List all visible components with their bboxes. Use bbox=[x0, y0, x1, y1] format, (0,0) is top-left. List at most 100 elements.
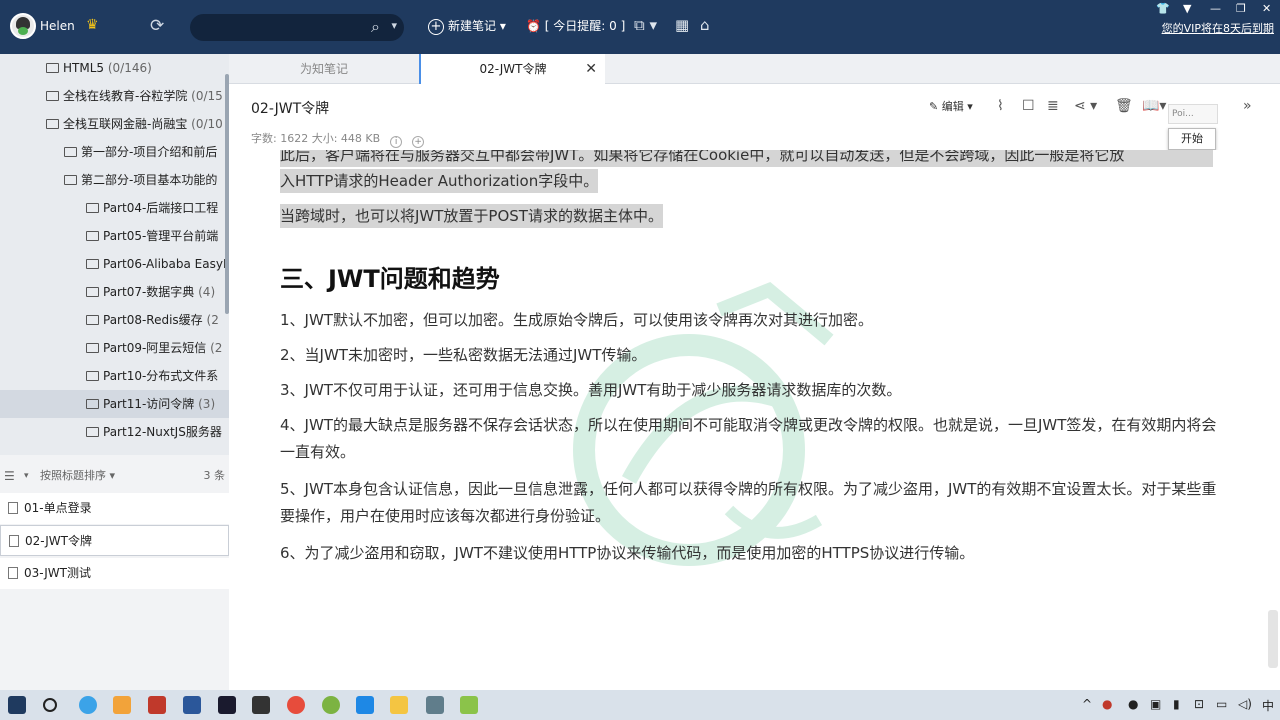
note-list-item[interactable]: 01-单点登录 bbox=[0, 493, 229, 524]
tree-item[interactable]: 第二部分-项目基本功能的 bbox=[0, 166, 229, 194]
note-content[interactable]: 此后，客户端将在与服务器交互中都会带JWT。如果将它存储在Cookie中，就可以… bbox=[229, 150, 1266, 690]
app-icon[interactable] bbox=[148, 696, 166, 714]
tree-item[interactable]: Part11-访问令牌 (3) bbox=[0, 390, 229, 418]
tree-item[interactable]: Part04-后端接口工程 bbox=[0, 194, 229, 222]
user-avatar[interactable] bbox=[10, 13, 36, 39]
close-tab-icon[interactable]: ✕ bbox=[585, 54, 597, 84]
poi-field[interactable]: Poi... bbox=[1168, 104, 1218, 124]
tray-icon[interactable]: ▮ bbox=[1173, 697, 1180, 711]
reading-mode-icon[interactable]: 📖▾ bbox=[1142, 98, 1166, 114]
close-button[interactable]: ✕ bbox=[1262, 2, 1271, 15]
browser-icon[interactable] bbox=[79, 696, 97, 714]
search-input[interactable]: ⌕ ▾ bbox=[190, 14, 404, 41]
tray-icon[interactable]: ● bbox=[1128, 697, 1138, 711]
sync-icon[interactable]: ⟳ bbox=[150, 16, 164, 36]
delete-icon[interactable]: 🗑 bbox=[1115, 98, 1133, 114]
folder-icon bbox=[86, 231, 99, 241]
ide-icon[interactable] bbox=[218, 696, 236, 714]
tree-item[interactable]: Part06-Alibaba EasyE bbox=[0, 250, 229, 278]
tree-item[interactable]: 全栈互联网金融-尚融宝 (0/10 bbox=[0, 110, 229, 138]
chevron-down-icon[interactable]: ▾ bbox=[391, 19, 397, 32]
folder-icon bbox=[46, 91, 59, 101]
volume-icon[interactable]: ◁) bbox=[1238, 697, 1252, 711]
note-count: 3 条 bbox=[203, 469, 226, 482]
tray-icon[interactable]: ▣ bbox=[1150, 697, 1161, 711]
edit-button[interactable]: ✎ 编辑 ▾ bbox=[929, 98, 973, 114]
start-button[interactable]: 开始 bbox=[1168, 128, 1216, 150]
comment-icon[interactable]: ☐ bbox=[1022, 98, 1035, 114]
new-note-label: 新建笔记 bbox=[448, 19, 497, 33]
username[interactable]: Helen bbox=[40, 19, 75, 33]
tab-label: 02-JWT令牌 bbox=[479, 62, 547, 76]
collapse-icon[interactable]: ▾ bbox=[24, 463, 29, 489]
vscode-icon[interactable] bbox=[356, 696, 374, 714]
tray-icon[interactable]: ● bbox=[1102, 697, 1112, 711]
chrome-icon[interactable] bbox=[287, 696, 305, 714]
tree-item[interactable]: Part09-阿里云短信 (2 bbox=[0, 334, 229, 362]
more-icon[interactable]: » bbox=[1243, 98, 1252, 114]
highlighted-line: 当跨域时，也可以将JWT放置于POST请求的数据主体中。 bbox=[280, 204, 663, 228]
vip-notice-link[interactable]: 您的VIP将在8天后到期 bbox=[1162, 20, 1274, 36]
note-meta: 字数: 1622 大小: 448 KB i + bbox=[251, 130, 425, 148]
wiznote-taskbar-icon[interactable] bbox=[460, 696, 478, 714]
folder-icon bbox=[86, 259, 99, 269]
search-icon[interactable]: ⌕ bbox=[371, 17, 380, 37]
tree-item[interactable]: HTML5 (0/146) bbox=[0, 54, 229, 82]
paragraph: 1、JWT默认不加密，但可以加密。生成原始令牌后，可以使用该令牌再次对其进行加密… bbox=[280, 311, 873, 329]
grid-icon[interactable]: ▦ bbox=[675, 16, 689, 34]
app-icon[interactable] bbox=[426, 696, 444, 714]
paragraph: 4、JWT的最大缺点是服务器不保存会话状态，所以在使用期间不可能取消令牌或更改令… bbox=[280, 416, 1217, 461]
app-icon[interactable] bbox=[322, 696, 340, 714]
tree-item-label: Part04-后端接口工程 bbox=[103, 201, 219, 215]
tab-jwt-token[interactable]: 02-JWT令牌 ✕ bbox=[419, 54, 605, 84]
app-icon[interactable] bbox=[113, 696, 131, 714]
note-list-item[interactable]: 02-JWT令牌 bbox=[0, 525, 229, 556]
network-icon[interactable]: ▭ bbox=[1216, 697, 1227, 711]
tray-chevron-icon[interactable]: ^ bbox=[1082, 697, 1092, 711]
tray-icon[interactable]: ⊡ bbox=[1194, 697, 1204, 711]
tree-item[interactable]: Part12-NuxtJS服务器 bbox=[0, 418, 229, 446]
tab-wiznote[interactable]: 为知笔记 bbox=[229, 54, 419, 84]
note-header: 02-JWT令牌 字数: 1622 大小: 448 KB i + ✎ 编辑 ▾ ⌇ … bbox=[229, 84, 1280, 150]
search-taskbar-icon[interactable] bbox=[43, 698, 57, 712]
tree-item[interactable]: 第一部分-项目介绍和前后 bbox=[0, 138, 229, 166]
extension-popup: Poi... 开始 bbox=[1168, 104, 1218, 152]
menu-icon[interactable]: ▼ bbox=[1183, 2, 1191, 15]
attachment-icon[interactable]: ⌇ bbox=[997, 98, 1004, 114]
sort-dropdown[interactable]: 按照标题排序 ▾ bbox=[40, 463, 115, 489]
tree-item-count: (3) bbox=[198, 397, 216, 411]
restore-button[interactable]: ❐ bbox=[1236, 2, 1246, 15]
tree-item[interactable]: 全栈在线教育-谷粒学院 (0/15 bbox=[0, 82, 229, 110]
tree-item-count: (0/146) bbox=[107, 61, 152, 75]
tree-item-label: Part07-数据字典 bbox=[103, 285, 195, 299]
tree-item[interactable]: Part08-Redis缓存 (2 bbox=[0, 306, 229, 334]
skin-icon[interactable]: 👕 bbox=[1156, 2, 1170, 15]
ime-indicator[interactable]: 中 bbox=[1262, 697, 1274, 714]
home-icon[interactable]: ⌂ bbox=[700, 16, 710, 34]
tree-item-count: (2 bbox=[210, 341, 223, 355]
content-scrollbar[interactable] bbox=[1266, 150, 1280, 690]
reminder-button[interactable]: ⏰ [ 今日提醒: 0 ] bbox=[526, 17, 625, 34]
folder-icon[interactable] bbox=[390, 696, 408, 714]
tree-item[interactable]: Part10-分布式文件系 bbox=[0, 362, 229, 390]
note-list-item[interactable]: 03-JWT测试 bbox=[0, 558, 229, 589]
vip-crown-icon[interactable]: ♛ bbox=[86, 17, 99, 33]
terminal-icon[interactable] bbox=[252, 696, 270, 714]
history-icon[interactable]: ≣ bbox=[1047, 98, 1059, 114]
info-icon[interactable]: i bbox=[390, 136, 403, 148]
tree-item[interactable]: Part07-数据字典 (4) bbox=[0, 278, 229, 306]
tree-item[interactable]: Part05-管理平台前端 bbox=[0, 222, 229, 250]
note-title: 02-JWT令牌 bbox=[25, 534, 93, 548]
tree-item-label: 第二部分-项目基本功能的 bbox=[81, 173, 218, 187]
screenshot-icon[interactable]: ⧉ ▾ bbox=[634, 16, 657, 34]
minimize-button[interactable]: — bbox=[1210, 2, 1221, 15]
add-icon[interactable]: + bbox=[412, 136, 425, 148]
note-title[interactable]: 02-JWT令牌 bbox=[251, 98, 329, 118]
word-icon[interactable] bbox=[183, 696, 201, 714]
start-menu-icon[interactable] bbox=[8, 696, 26, 714]
scrollbar-thumb[interactable] bbox=[1268, 610, 1278, 668]
list-icon[interactable]: ☰ bbox=[4, 463, 15, 489]
share-icon[interactable]: ⋖ ▾ bbox=[1074, 98, 1097, 114]
folder-icon bbox=[86, 427, 99, 437]
new-note-button[interactable]: + 新建笔记 ▾ bbox=[428, 17, 506, 35]
